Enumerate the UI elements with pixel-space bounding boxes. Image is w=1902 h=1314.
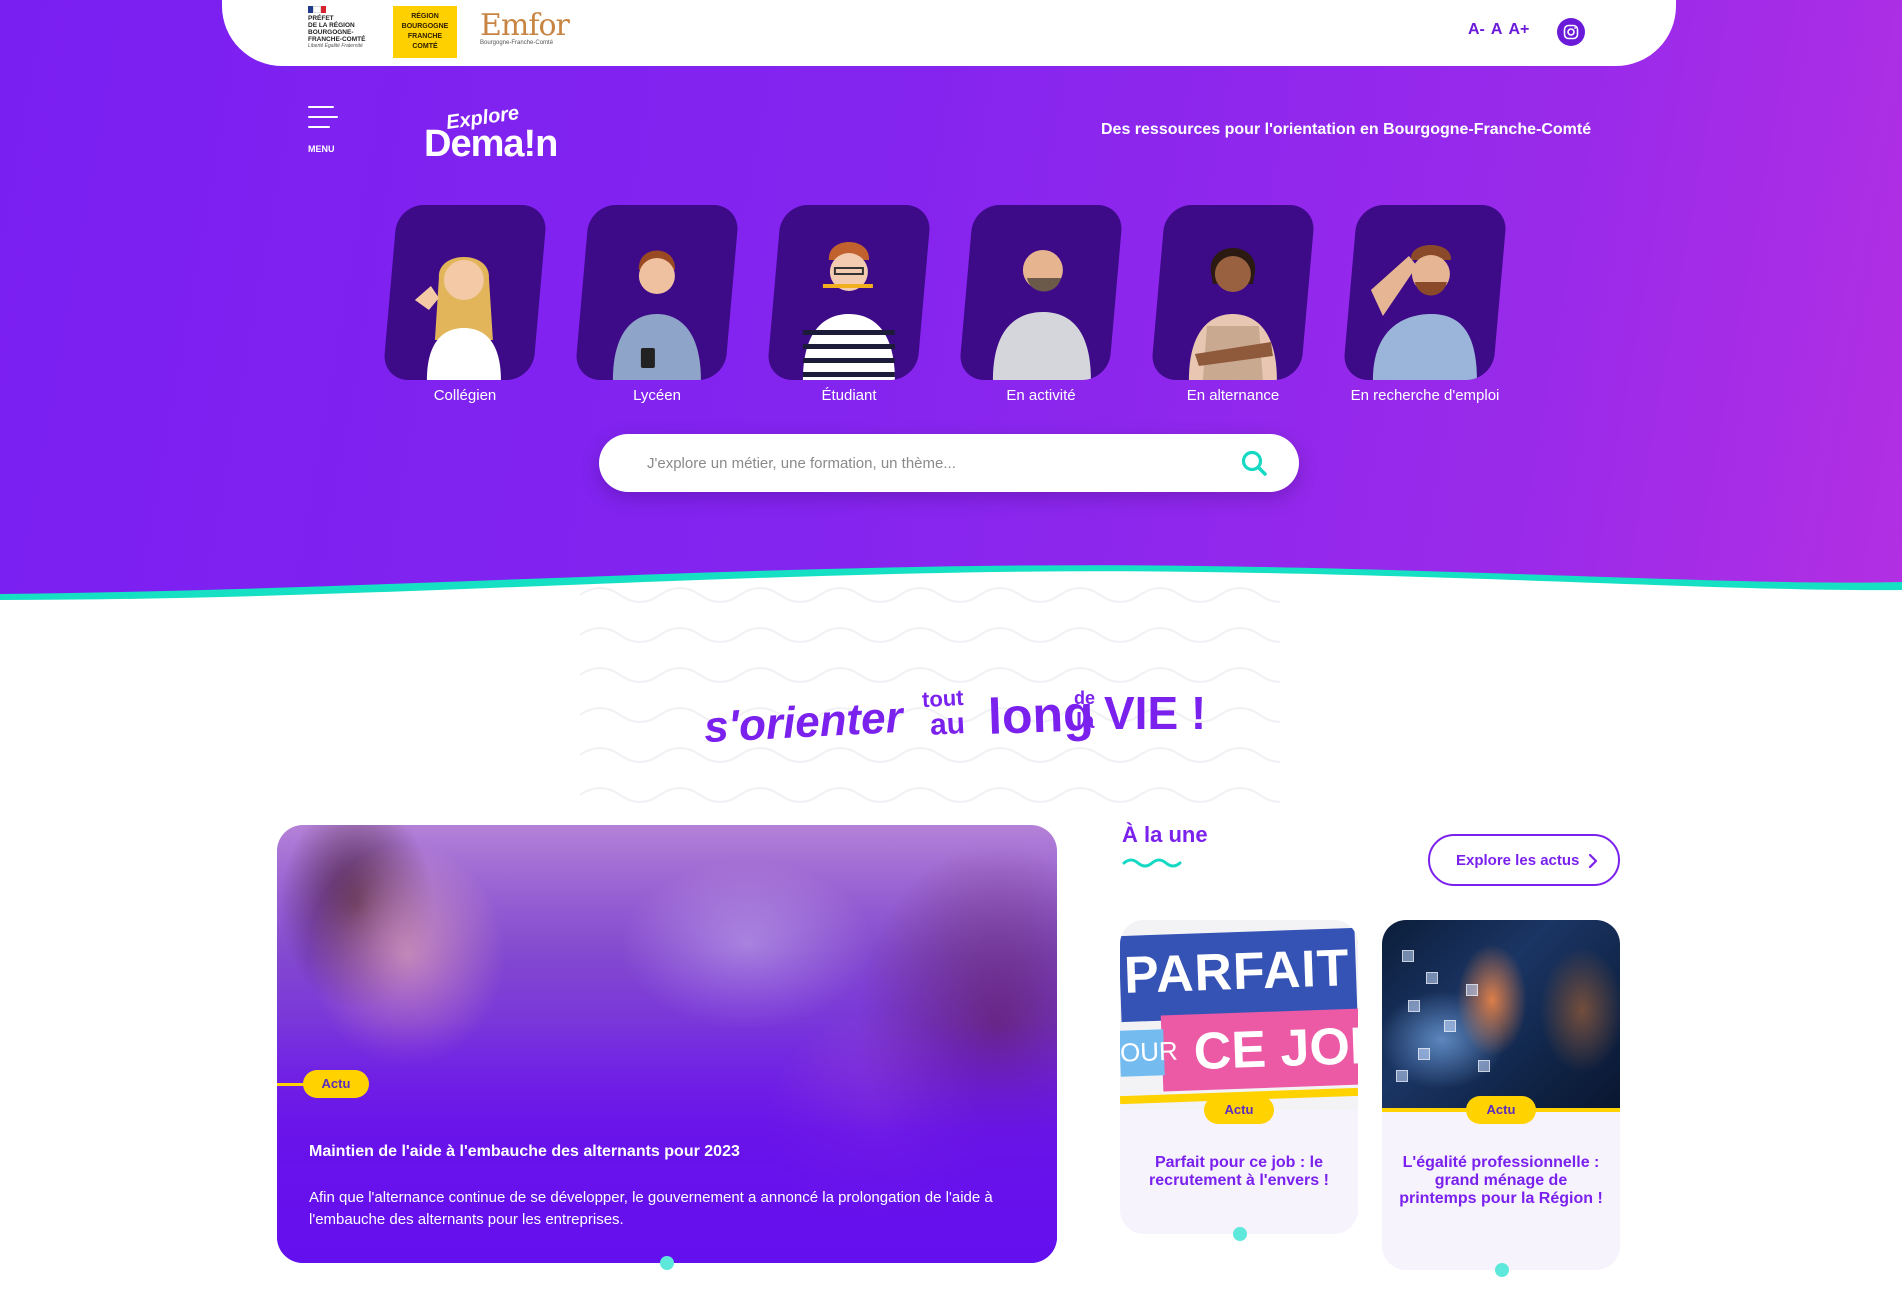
image-tile xyxy=(1478,1060,1490,1072)
explore-actus-label: Explore les actus xyxy=(1456,851,1580,869)
prefet-logo-line: BOURGOGNE- xyxy=(308,29,354,36)
persona-selector: Collégien Lycéen Étudiant En activité En… xyxy=(382,205,1515,425)
persona-card xyxy=(1342,205,1508,380)
font-reset-button[interactable]: A xyxy=(1491,21,1503,39)
region-logo-line: RÉGION xyxy=(411,13,439,20)
persona-card xyxy=(766,205,932,380)
region-logo-line: FRANCHE xyxy=(407,33,443,40)
news-card-image xyxy=(1382,920,1620,1110)
hero-section: PRÉFET DE LA RÉGION BOURGOGNE- FRANCHE-C… xyxy=(0,0,1902,600)
featured-article-title[interactable]: Maintien de l'aide à l'embauche des alte… xyxy=(309,1143,740,1161)
persona-card xyxy=(574,205,740,380)
region-logo-line: BOURGOGNE xyxy=(401,23,449,30)
lyceen-portrait xyxy=(612,250,701,380)
emfor-logo[interactable]: Emfor Bourgogne-Franche-Comté xyxy=(480,8,570,58)
prefet-logo-line: FRANCHE-COMTÉ xyxy=(308,36,366,43)
squiggle-underline-icon xyxy=(1122,858,1182,868)
image-tile xyxy=(1418,1048,1430,1060)
prefet-logo[interactable]: PRÉFET DE LA RÉGION BOURGOGNE- FRANCHE-C… xyxy=(308,6,374,60)
persona-en-recherche-emploi[interactable]: En recherche d'emploi xyxy=(1342,205,1508,404)
news-card-title[interactable]: L'égalité professionnelle : grand ménage… xyxy=(1396,1154,1606,1208)
image-text-small: OUR xyxy=(1120,1035,1179,1068)
featured-article[interactable]: Actu Maintien de l'aide à l'embauche des… xyxy=(277,825,1057,1263)
prefet-logo-motto: Liberté Égalité Fraternité xyxy=(308,43,363,49)
slogan-heading: s'orienter tout au long de la VIE ! xyxy=(700,680,1220,753)
image-tile xyxy=(1426,972,1438,984)
persona-collegien[interactable]: Collégien xyxy=(382,205,548,404)
persona-lyceen[interactable]: Lycéen xyxy=(574,205,740,404)
etudiant-portrait xyxy=(802,242,895,380)
image-text: PARFAIT xyxy=(1123,939,1351,1005)
persona-card xyxy=(382,205,548,380)
search-bar xyxy=(599,434,1299,492)
hamburger-icon xyxy=(308,106,334,108)
site-logo-line2: Dema!n xyxy=(424,123,558,165)
news-card[interactable]: PARFAIT OUR CE JOB Actu Parfait pour ce j… xyxy=(1120,920,1358,1234)
font-increase-button[interactable]: A+ xyxy=(1508,21,1529,39)
emfor-logo-tagline: Bourgogne-Franche-Comté xyxy=(480,40,554,46)
image-text: OUR CE JOB xyxy=(1120,1015,1358,1084)
persona-en-alternance[interactable]: En alternance xyxy=(1150,205,1316,404)
region-logo-line: COMTÉ xyxy=(412,43,438,50)
carousel-dot[interactable] xyxy=(1233,1227,1247,1241)
category-badge: Actu xyxy=(1204,1096,1274,1124)
site-tagline: Des ressources pour l'orientation en Bou… xyxy=(1101,121,1592,138)
category-badge: Actu xyxy=(303,1070,369,1098)
prefet-logo-line: PRÉFET xyxy=(308,15,334,22)
image-text-large: CE JOB xyxy=(1192,1016,1358,1082)
slogan-word: VIE ! xyxy=(1104,687,1207,739)
french-flag-icon xyxy=(308,6,326,13)
image-tile xyxy=(1402,950,1414,962)
chevron-right-icon xyxy=(1588,853,1598,869)
hamburger-icon xyxy=(308,126,330,128)
instagram-icon[interactable] xyxy=(1557,18,1585,46)
persona-en-activite[interactable]: En activité xyxy=(958,205,1124,404)
persona-card xyxy=(1150,205,1316,380)
menu-button[interactable]: MENU xyxy=(308,106,340,154)
search-icon[interactable] xyxy=(1239,448,1269,478)
hamburger-icon xyxy=(308,116,338,118)
featured-article-description: Afin que l'alternance continue de se dév… xyxy=(309,1189,993,1228)
slogan-word: la xyxy=(1076,708,1095,733)
persona-card xyxy=(958,205,1124,380)
explore-actus-button[interactable]: Explore les actus xyxy=(1428,834,1620,886)
persona-label: En recherche d'emploi xyxy=(1350,387,1500,404)
font-decrease-button[interactable]: A- xyxy=(1468,21,1485,39)
persona-label: En alternance xyxy=(1186,387,1280,404)
slogan-word: s'orienter xyxy=(702,692,904,753)
collegien-portrait xyxy=(414,257,501,380)
persona-etudiant[interactable]: Étudiant xyxy=(766,205,932,404)
image-tile xyxy=(1408,1000,1420,1012)
menu-label: MENU xyxy=(308,144,335,154)
persona-label: En activité xyxy=(1006,387,1076,404)
carousel-dot[interactable] xyxy=(1495,1263,1509,1277)
en-alternance-portrait xyxy=(1188,248,1277,380)
news-card-title[interactable]: Parfait pour ce job : le recrutement à l… xyxy=(1134,1154,1344,1190)
carousel-dot[interactable] xyxy=(660,1256,674,1270)
en-recherche-emploi-portrait xyxy=(1370,245,1477,380)
prefet-logo-line: DE LA RÉGION xyxy=(308,22,355,29)
emfor-logo-word: Emfor xyxy=(480,8,570,43)
persona-label: Lycéen xyxy=(633,387,681,404)
persona-label: Collégien xyxy=(433,387,497,404)
site-logo[interactable]: Explore Dema!n xyxy=(424,102,558,165)
news-card[interactable]: Actu L'égalité professionnelle : grand m… xyxy=(1382,920,1620,1270)
slogan-word: au xyxy=(929,707,966,742)
search-input[interactable] xyxy=(647,448,1207,478)
font-size-controls: A- A A+ xyxy=(1468,21,1529,39)
a-la-une-title: À la une xyxy=(1122,822,1208,847)
region-logo[interactable]: RÉGION BOURGOGNE FRANCHE COMTÉ xyxy=(393,6,457,58)
image-tile xyxy=(1396,1070,1408,1082)
news-card-image: PARFAIT OUR CE JOB xyxy=(1120,920,1358,1110)
persona-label: Étudiant xyxy=(821,387,877,404)
image-tile xyxy=(1444,1020,1456,1032)
category-badge: Actu xyxy=(1466,1096,1536,1124)
image-tile xyxy=(1466,984,1478,996)
slogan-word: de xyxy=(1074,688,1096,708)
top-bar: PRÉFET DE LA RÉGION BOURGOGNE- FRANCHE-C… xyxy=(222,0,1676,66)
en-activite-portrait xyxy=(992,250,1091,380)
